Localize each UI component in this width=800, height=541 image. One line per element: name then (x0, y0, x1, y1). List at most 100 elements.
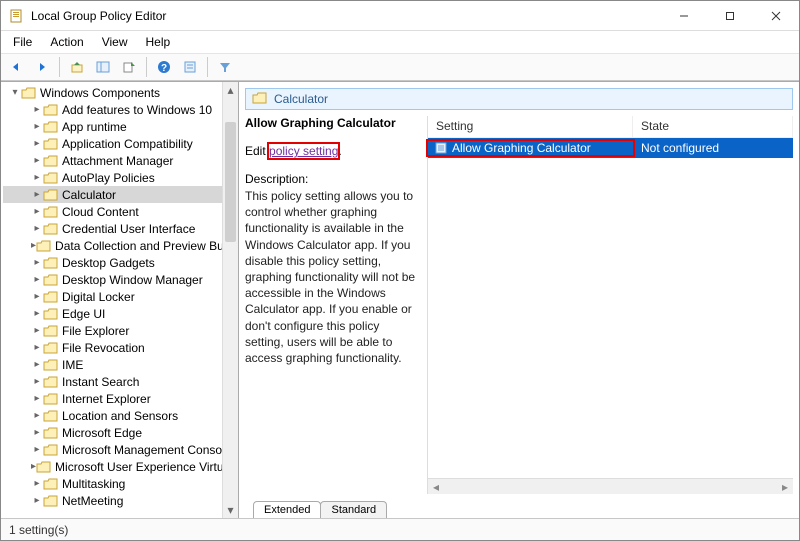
expand-icon[interactable]: ▸ (31, 190, 43, 200)
expand-icon[interactable]: ▸ (31, 275, 43, 285)
maximize-button[interactable] (707, 1, 753, 31)
edit-policy-setting-link[interactable]: policy setting (269, 144, 338, 158)
filter-button[interactable] (214, 56, 236, 78)
tab-standard[interactable]: Standard (320, 501, 387, 518)
scroll-up-icon[interactable]: ▴ (223, 82, 238, 98)
export-button[interactable] (118, 56, 140, 78)
details-body: Allow Graphing Calculator Edit policy se… (245, 116, 793, 494)
status-text: 1 setting(s) (9, 523, 68, 537)
setting-name: Allow Graphing Calculator (452, 141, 591, 155)
tree-item[interactable]: ▸Desktop Window Manager (3, 271, 238, 288)
folder-icon (43, 477, 59, 491)
tree-item[interactable]: ▸Digital Locker (3, 288, 238, 305)
menu-bar: File Action View Help (1, 31, 799, 53)
tree-item[interactable]: ▸Internet Explorer (3, 390, 238, 407)
expand-icon[interactable]: ▸ (31, 343, 43, 353)
tree-item[interactable]: ▸Multitasking (3, 475, 238, 492)
back-button[interactable] (5, 56, 27, 78)
tree-item[interactable]: ▸Desktop Gadgets (3, 254, 238, 271)
menu-help[interactable]: Help (138, 33, 179, 51)
tree-item[interactable]: ▸ NetMeeting (3, 492, 238, 509)
expand-icon[interactable]: ▸ (31, 411, 43, 421)
collapse-icon[interactable]: ▾ (9, 88, 21, 98)
folder-icon (43, 154, 59, 168)
expand-icon[interactable]: ▸ (31, 445, 43, 455)
folder-icon (43, 375, 59, 389)
minimize-button[interactable] (661, 1, 707, 31)
close-button[interactable] (753, 1, 799, 31)
tree-vertical-scrollbar[interactable]: ▴ ▾ (222, 82, 238, 518)
expand-icon[interactable]: ▸ (31, 207, 43, 217)
expand-icon[interactable]: ▸ (31, 258, 43, 268)
tree-item[interactable]: ▸Microsoft Edge (3, 424, 238, 441)
setting-row-allow-graphing-calculator[interactable]: Allow Graphing Calculator Not configured (428, 138, 793, 158)
expand-icon[interactable]: ▸ (31, 394, 43, 404)
tree-item[interactable]: ▸Data Collection and Preview Builds (3, 237, 238, 254)
expand-icon[interactable]: ▸ (31, 326, 43, 336)
tree-item[interactable]: ▸Cloud Content (3, 203, 238, 220)
expand-icon[interactable]: ▸ (31, 156, 43, 166)
tree-item[interactable]: ▸Attachment Manager (3, 152, 238, 169)
tree-item[interactable]: ▸Microsoft User Experience Virtualiza (3, 458, 238, 475)
scroll-right-icon[interactable]: ▸ (777, 480, 793, 494)
folder-icon (43, 222, 59, 236)
show-hide-tree-button[interactable] (92, 56, 114, 78)
expand-icon[interactable]: ▸ (31, 173, 43, 183)
help-button[interactable]: ? (153, 56, 175, 78)
tree-item[interactable]: ▸Add features to Windows 10 (3, 101, 238, 118)
tree-item[interactable]: ▸Credential User Interface (3, 220, 238, 237)
expand-icon[interactable]: ▸ (31, 224, 43, 234)
tree-item[interactable]: ▸App runtime (3, 118, 238, 135)
settings-horizontal-scrollbar[interactable]: ◂ ▸ (428, 478, 793, 494)
edit-prefix: Edit (245, 144, 269, 158)
folder-icon (43, 290, 59, 304)
menu-view[interactable]: View (94, 33, 136, 51)
tab-extended[interactable]: Extended (253, 501, 321, 518)
settings-list-header: Setting State (428, 116, 793, 138)
column-header-setting[interactable]: Setting (428, 116, 633, 137)
tree-item[interactable]: ▸IME (3, 356, 238, 373)
expand-icon[interactable]: ▸ (31, 479, 43, 489)
expand-icon[interactable]: ▸ (31, 428, 43, 438)
details-header: Calculator (245, 88, 793, 110)
column-header-state[interactable]: State (633, 116, 793, 137)
toolbar: ? (1, 53, 799, 81)
tree-item[interactable]: ▸ Application Compatibility (3, 135, 238, 152)
menu-file[interactable]: File (5, 33, 40, 51)
content-area: ▾ Windows Components ▸Add features to Wi… (1, 81, 799, 518)
expand-icon[interactable]: ▸ (31, 105, 43, 115)
expand-icon[interactable]: ▸ (31, 309, 43, 319)
tree-label: Application Compatibility (62, 137, 193, 151)
menu-action[interactable]: Action (42, 33, 91, 51)
details-header-title: Calculator (274, 92, 328, 106)
tree-item[interactable]: ▸Microsoft Management Console (3, 441, 238, 458)
scroll-left-icon[interactable]: ◂ (428, 480, 444, 494)
edit-policy-line: Edit policy setting. (245, 144, 419, 158)
folder-icon (43, 103, 59, 117)
scroll-down-icon[interactable]: ▾ (223, 502, 238, 518)
expand-icon[interactable]: ▸ (31, 139, 43, 149)
tree-root-windows-components[interactable]: ▾ Windows Components (3, 84, 238, 101)
tree-item[interactable]: ▸Calculator (3, 186, 238, 203)
tree-item[interactable]: ▸File Explorer (3, 322, 238, 339)
properties-button[interactable] (179, 56, 201, 78)
expand-icon[interactable]: ▸ (31, 377, 43, 387)
tree-item[interactable]: ▸File Revocation (3, 339, 238, 356)
navigation-tree[interactable]: ▾ Windows Components ▸Add features to Wi… (1, 82, 238, 518)
tree-item[interactable]: ▸Instant Search (3, 373, 238, 390)
tree-item[interactable]: ▸Edge UI (3, 305, 238, 322)
expand-icon[interactable]: ▸ (31, 292, 43, 302)
scroll-thumb[interactable] (225, 122, 236, 242)
expand-icon[interactable]: ▸ (31, 360, 43, 370)
expand-icon[interactable]: ▸ (31, 122, 43, 132)
up-level-button[interactable] (66, 56, 88, 78)
forward-button[interactable] (31, 56, 53, 78)
tree-label: Location and Sensors (62, 409, 178, 423)
tree-label: NetMeeting (62, 494, 123, 508)
expand-icon[interactable]: ▸ (31, 496, 43, 506)
tree-item[interactable]: ▸AutoPlay Policies (3, 169, 238, 186)
tree-item[interactable]: ▸ Location and Sensors (3, 407, 238, 424)
edit-suffix: . (338, 144, 341, 158)
setting-title: Allow Graphing Calculator (245, 116, 419, 130)
local-group-policy-editor-window: Local Group Policy Editor File Action Vi… (0, 0, 800, 541)
